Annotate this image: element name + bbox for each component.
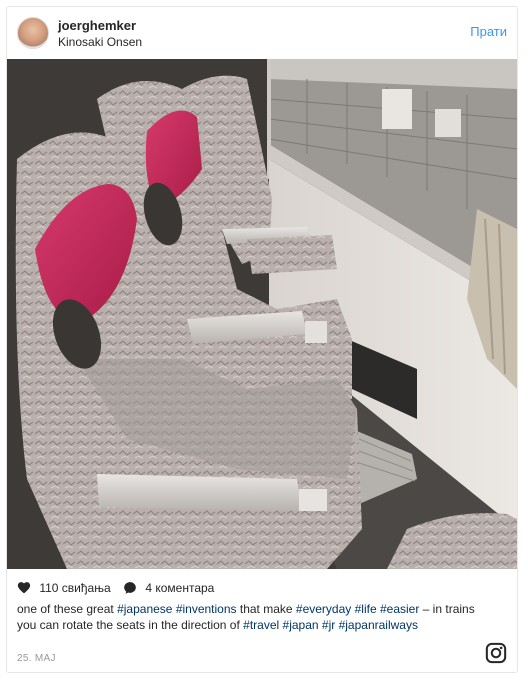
location-link[interactable]: Kinosaki Onsen (58, 35, 142, 49)
like-action[interactable]: 110 свиђања (17, 580, 111, 595)
caption-text: that make (236, 602, 296, 616)
avatar[interactable] (17, 17, 49, 49)
post-photo[interactable] (7, 59, 517, 569)
likes-count: 110 свиђања (39, 580, 111, 595)
heart-icon (17, 582, 31, 594)
hashtag-jr[interactable]: #jr (322, 618, 335, 632)
train-seats-photo (7, 59, 517, 569)
post-date[interactable]: 25. МАЈ (17, 653, 56, 664)
hashtag-japanrailways[interactable]: #japanrailways (339, 618, 418, 632)
username-link[interactable]: joerghemker (58, 18, 136, 33)
caption-text: one of these great (17, 602, 118, 616)
hashtag-japanese[interactable]: #japanese (117, 602, 172, 616)
hashtag-life[interactable]: #life (355, 602, 377, 616)
comment-bubble-icon (124, 581, 136, 594)
instagram-logo-icon[interactable] (485, 642, 507, 664)
hashtag-everyday[interactable]: #everyday (296, 602, 351, 616)
hashtag-easier[interactable]: #easier (380, 602, 419, 616)
follow-button[interactable]: Прати (470, 24, 507, 39)
hashtag-inventions[interactable]: #inventions (176, 602, 237, 616)
hashtag-travel[interactable]: #travel (243, 618, 279, 632)
instagram-embed-card: joerghemker Kinosaki Onsen Прати 110 сви… (6, 6, 518, 673)
post-header: joerghemker Kinosaki Onsen Прати (7, 7, 517, 59)
hashtag-japan[interactable]: #japan (283, 618, 319, 632)
comments-count: 4 коментара (145, 580, 215, 595)
comment-action[interactable]: 4 коментара (123, 580, 214, 595)
post-caption: one of these great #japanese #inventions… (17, 601, 483, 633)
